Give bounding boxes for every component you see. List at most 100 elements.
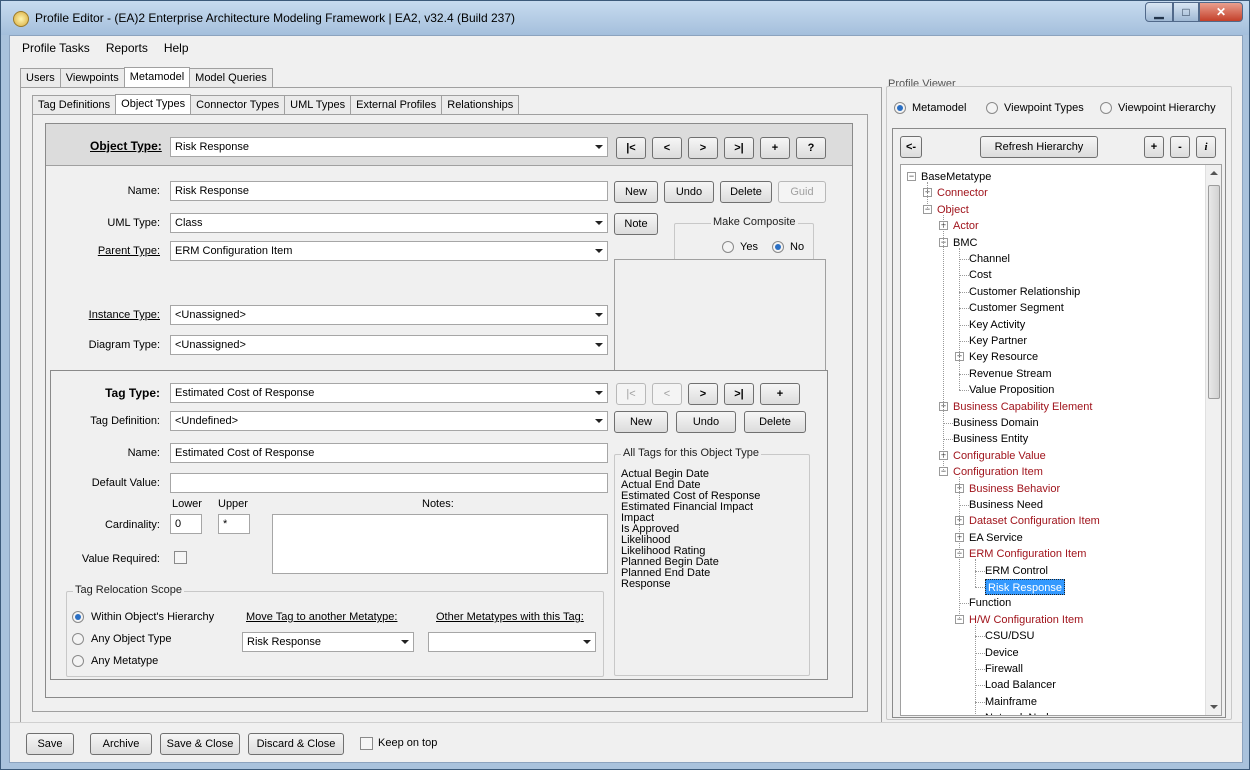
viewer-collapse-button[interactable]: - [1170, 136, 1190, 158]
notes-textarea[interactable] [272, 514, 608, 574]
refresh-hierarchy-button[interactable]: Refresh Hierarchy [980, 136, 1098, 158]
tree-node[interactable]: Cost [969, 267, 992, 283]
object-help-button[interactable]: ? [796, 137, 826, 159]
tree-node[interactable]: Device [985, 645, 1019, 661]
tag-delete-button[interactable]: Delete [744, 411, 806, 433]
value-required-checkbox[interactable] [174, 551, 187, 564]
tree-node[interactable]: Business Entity [953, 431, 1028, 447]
tree-node[interactable]: Business Behavior [969, 481, 1060, 497]
tree-node[interactable]: Risk Response [985, 579, 1065, 595]
default-value-field[interactable] [170, 473, 608, 493]
tree-node[interactable]: Value Proposition [969, 382, 1054, 398]
tree-node[interactable]: Customer Relationship [969, 284, 1080, 300]
tree-scrollbar[interactable] [1205, 165, 1221, 715]
tree-node[interactable]: BMC [953, 235, 977, 251]
save-close-button[interactable]: Save & Close [160, 733, 240, 755]
instance-type-select[interactable]: <Unassigned> [170, 305, 608, 325]
tab-model-queries[interactable]: Model Queries [189, 68, 273, 87]
object-prev-button[interactable]: < [652, 137, 682, 159]
save-button[interactable]: Save [26, 733, 74, 755]
menu-profile-tasks[interactable]: Profile Tasks [22, 41, 90, 55]
object-next-button[interactable]: > [688, 137, 718, 159]
lower-field[interactable]: 0 [170, 514, 202, 534]
scope-any-object-radio[interactable] [72, 633, 84, 645]
tag-type-select[interactable]: Estimated Cost of Response [170, 383, 608, 403]
tab-external-profiles[interactable]: External Profiles [350, 95, 443, 114]
keep-on-top-checkbox[interactable] [360, 737, 373, 750]
archive-button[interactable]: Archive [90, 733, 152, 755]
tab-relationships[interactable]: Relationships [441, 95, 520, 114]
tag-add-button[interactable]: + [760, 383, 800, 405]
tag-undo-button[interactable]: Undo [676, 411, 736, 433]
tab-viewpoints[interactable]: Viewpoints [59, 68, 125, 87]
tree-node[interactable]: CSU/DSU [985, 628, 1035, 644]
diagram-type-select[interactable]: <Unassigned> [170, 335, 608, 355]
minimize-button[interactable]: ▁ [1145, 2, 1173, 22]
tag-name-field[interactable]: Estimated Cost of Response [170, 443, 608, 463]
tab-uml-types[interactable]: UML Types [284, 95, 352, 114]
parent-type-select[interactable]: ERM Configuration Item [170, 241, 608, 261]
discard-close-button[interactable]: Discard & Close [248, 733, 344, 755]
tree-node[interactable]: EA Service [969, 530, 1023, 546]
note-button[interactable]: Note [614, 213, 658, 235]
scope-hierarchy-radio[interactable] [72, 611, 84, 623]
tree-node[interactable]: Key Partner [969, 333, 1027, 349]
tree-node[interactable]: Key Activity [969, 317, 1025, 333]
collapse-icon[interactable]: − [907, 172, 916, 181]
object-delete-button[interactable]: Delete [720, 181, 772, 203]
viewer-viewpoint-types-radio[interactable] [986, 102, 998, 114]
menu-help[interactable]: Help [164, 41, 189, 55]
scope-any-metatype-radio[interactable] [72, 655, 84, 667]
upper-field[interactable]: * [218, 514, 250, 534]
other-metatypes-select[interactable] [428, 632, 596, 652]
scroll-thumb[interactable] [1208, 185, 1220, 399]
tree-node[interactable]: Business Capability Element [953, 399, 1092, 415]
maximize-button[interactable]: □ [1173, 2, 1199, 22]
hierarchy-tree[interactable]: − BaseMetatype + Connector − Object + Actor − BMC… [900, 164, 1222, 716]
tree-node[interactable]: Customer Segment [969, 300, 1064, 316]
tree-node[interactable]: Channel [969, 251, 1010, 267]
viewer-metamodel-radio[interactable] [894, 102, 906, 114]
object-new-button[interactable]: New [614, 181, 658, 203]
object-add-button[interactable]: + [760, 137, 790, 159]
tag-next-button[interactable]: > [688, 383, 718, 405]
scroll-up-icon[interactable] [1210, 171, 1218, 175]
tree-node[interactable]: Firewall [985, 661, 1023, 677]
viewer-info-button[interactable]: i [1196, 136, 1216, 158]
tree-node[interactable]: Key Resource [969, 349, 1038, 365]
tree-node[interactable]: Configurable Value [953, 448, 1046, 464]
move-tag-select[interactable]: Risk Response [242, 632, 414, 652]
tree-node[interactable]: H/W Configuration Item [969, 612, 1083, 628]
tree-node[interactable]: Load Balancer [985, 677, 1056, 693]
object-name-field[interactable]: Risk Response [170, 181, 608, 201]
menu-reports[interactable]: Reports [106, 41, 148, 55]
tree-node[interactable]: ERM Control [985, 563, 1048, 579]
tree-node[interactable]: Network Node [985, 710, 1055, 715]
viewer-back-button[interactable]: <- [900, 136, 922, 158]
tab-connector-types[interactable]: Connector Types [190, 95, 286, 114]
tree-node[interactable]: Mainframe [985, 694, 1037, 710]
tag-definition-select[interactable]: <Undefined> [170, 411, 608, 431]
tree-node[interactable]: Function [969, 595, 1011, 611]
scroll-down-icon[interactable] [1210, 705, 1218, 709]
viewer-viewpoint-hierarchy-radio[interactable] [1100, 102, 1112, 114]
object-type-select[interactable]: Risk Response [170, 137, 608, 157]
tag-prev-button[interactable]: < [652, 383, 682, 405]
tag-first-button[interactable]: |< [616, 383, 646, 405]
title-bar[interactable]: Profile Editor - (EA)2 Enterprise Archit… [1, 1, 1249, 35]
tree-node[interactable]: Business Need [969, 497, 1043, 513]
tag-new-button[interactable]: New [614, 411, 668, 433]
tag-last-button[interactable]: >| [724, 383, 754, 405]
tab-users[interactable]: Users [20, 68, 61, 87]
object-first-button[interactable]: |< [616, 137, 646, 159]
close-button[interactable]: ✕ [1199, 2, 1243, 22]
tab-object-types[interactable]: Object Types [115, 94, 192, 115]
viewer-expand-button[interactable]: + [1144, 136, 1164, 158]
tree-node[interactable]: BaseMetatype [921, 169, 991, 185]
tab-tag-definitions[interactable]: Tag Definitions [32, 95, 117, 114]
object-undo-button[interactable]: Undo [664, 181, 714, 203]
tab-metamodel[interactable]: Metamodel [123, 67, 191, 88]
composite-yes-radio[interactable] [722, 241, 734, 253]
object-last-button[interactable]: >| [724, 137, 754, 159]
uml-type-select[interactable]: Class [170, 213, 608, 233]
